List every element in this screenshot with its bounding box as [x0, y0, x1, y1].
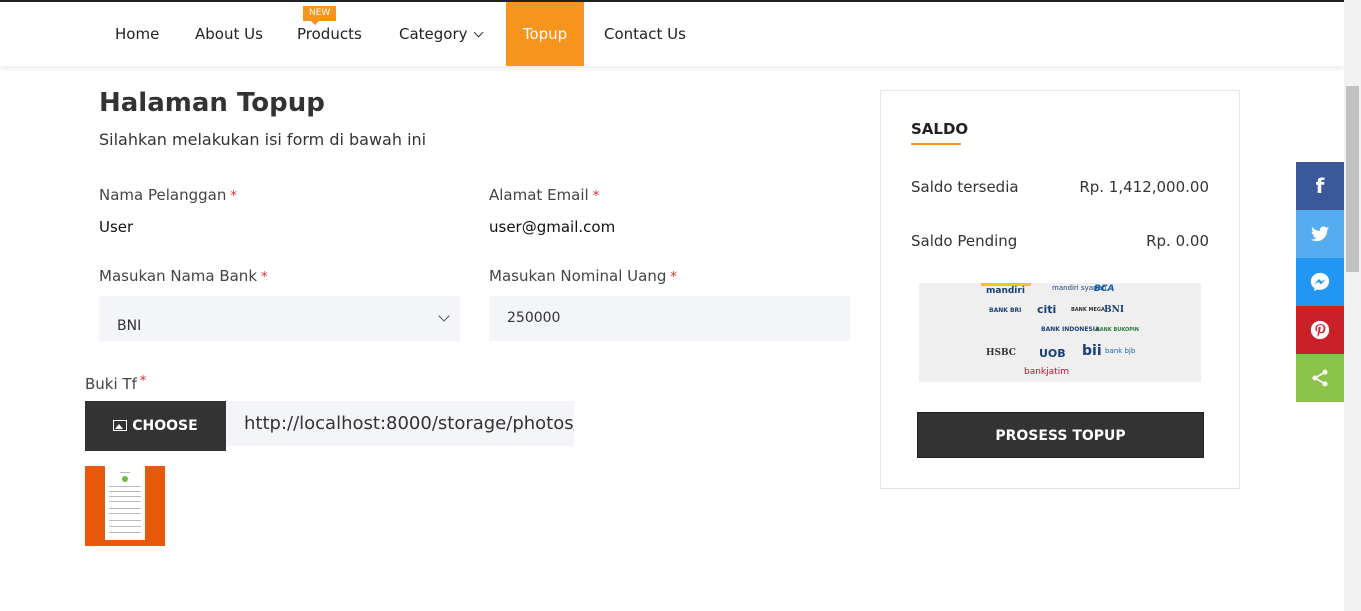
twitter-icon — [1311, 226, 1329, 242]
email-label: Alamat Email * — [489, 186, 599, 204]
email-value: user@gmail.com — [489, 218, 616, 236]
required-mark: * — [230, 189, 237, 204]
required-mark: * — [670, 270, 677, 285]
page-title: Halaman Topup — [99, 88, 325, 118]
choose-label: CHOOSE — [132, 418, 198, 434]
choose-file-button[interactable]: CHOOSE — [85, 401, 226, 451]
proof-label: Buki Tf * — [85, 374, 147, 393]
bank-label-text: Masukan Nama Bank — [99, 267, 258, 285]
amount-input[interactable]: 250000 — [489, 296, 850, 341]
logo-bukopin: BANK BUKOPIN — [1096, 327, 1139, 333]
proof-label-text: Buki Tf — [85, 375, 137, 393]
logo-bni: BNI — [1104, 305, 1125, 315]
saldo-title-underline — [911, 143, 961, 145]
pinterest-share-button[interactable] — [1296, 306, 1344, 354]
nav-about-us[interactable]: About Us — [181, 2, 277, 66]
saldo-pending-label: Saldo Pending — [911, 232, 1018, 250]
logo-bjb: bank bjb — [1105, 347, 1136, 355]
logo-bii: bii — [1082, 343, 1102, 359]
name-label: Nama Pelanggan * — [99, 186, 237, 204]
proof-thumbnail — [85, 466, 165, 546]
nav-topup[interactable]: Topup — [506, 2, 584, 66]
share-button[interactable] — [1296, 354, 1344, 402]
main-nav: Home About Us NEW Products Category Topu… — [0, 2, 1344, 66]
nav-category-label: Category — [399, 25, 468, 43]
share-icon — [1312, 369, 1328, 387]
amount-label: Masukan Nominal Uang * — [489, 267, 677, 285]
saldo-available-label: Saldo tersedia — [911, 178, 1019, 196]
saldo-available-value: Rp. 1,412,000.00 — [1079, 178, 1209, 196]
logo-hsbc: HSBC — [986, 348, 1016, 358]
logo-bca: BCA — [1094, 284, 1115, 294]
twitter-share-button[interactable] — [1296, 210, 1344, 258]
nav-category[interactable]: Category — [385, 2, 496, 66]
logo-mega: BANK MEGA — [1071, 307, 1105, 313]
messenger-icon — [1310, 272, 1330, 292]
facebook-icon: f — [1315, 174, 1325, 198]
logo-bankjatim: bankjatim — [1024, 367, 1069, 377]
facebook-share-button[interactable]: f — [1296, 162, 1344, 210]
email-label-text: Alamat Email — [489, 186, 589, 204]
saldo-pending-value: Rp. 0.00 — [1146, 232, 1209, 250]
pinterest-icon — [1310, 320, 1330, 340]
chevron-down-icon — [438, 310, 450, 322]
nav-contact-us[interactable]: Contact Us — [590, 2, 700, 66]
bank-select-value: BNI — [117, 318, 142, 334]
page-subtitle: Silahkan melakukan isi form di bawah ini — [99, 130, 427, 149]
amount-label-text: Masukan Nominal Uang — [489, 267, 667, 285]
logo-uob: UOB — [1039, 347, 1066, 360]
nav-home[interactable]: Home — [101, 2, 173, 66]
name-label-text: Nama Pelanggan — [99, 186, 227, 204]
nav-products[interactable]: Products — [283, 2, 376, 66]
proses-topup-button[interactable]: PROSESS TOPUP — [917, 412, 1204, 458]
required-mark: * — [139, 374, 147, 389]
bank-label: Masukan Nama Bank * — [99, 267, 268, 285]
name-value: User — [99, 218, 134, 236]
saldo-card: SALDO Saldo tersedia Rp. 1,412,000.00 Sa… — [880, 90, 1240, 489]
required-mark: * — [592, 189, 600, 204]
saldo-title: SALDO — [911, 120, 969, 138]
logo-bank-indonesia: BANK INDONESIA — [1041, 326, 1100, 333]
bank-select[interactable]: BNI — [99, 296, 460, 341]
scrollbar-thumb[interactable] — [1346, 86, 1359, 272]
logo-bri: BANK BRI — [989, 307, 1022, 314]
file-path-input[interactable]: http://localhost:8000/storage/photos/ — [226, 401, 574, 446]
messenger-share-button[interactable] — [1296, 258, 1344, 306]
receipt-image — [105, 466, 145, 544]
chevron-down-icon — [473, 27, 483, 38]
image-icon — [113, 420, 128, 431]
logo-citi: citi — [1037, 303, 1057, 316]
logo-mandiri: mandiri — [986, 286, 1025, 296]
vertical-scrollbar[interactable] — [1344, 0, 1361, 611]
bank-logos-image: mandiri mandiri syariah BCA BANK BRI cit… — [919, 283, 1201, 382]
required-mark: * — [261, 270, 268, 285]
